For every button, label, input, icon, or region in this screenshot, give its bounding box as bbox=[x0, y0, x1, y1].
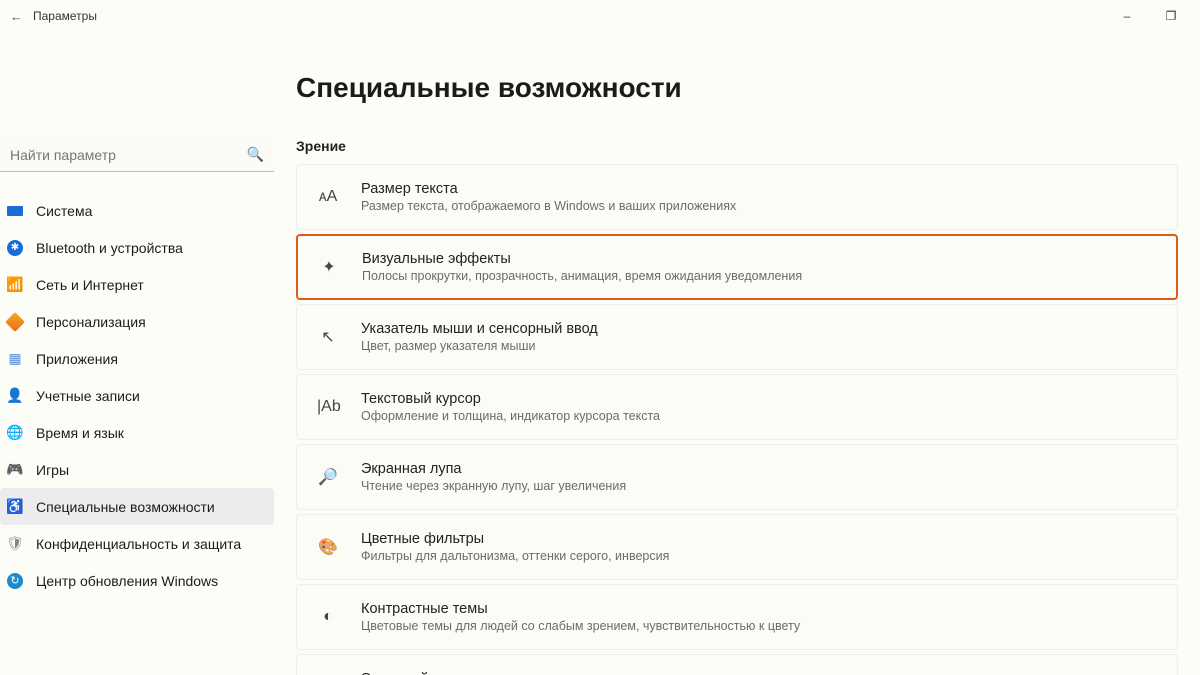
card-title: Экранная лупа bbox=[361, 461, 626, 477]
search-field[interactable]: 🔍 bbox=[0, 138, 274, 172]
shield-icon: 🛡 bbox=[6, 535, 24, 553]
sidebar-item-personalization[interactable]: Персонализация bbox=[0, 303, 274, 340]
window-title: Параметры bbox=[33, 9, 97, 23]
cursor-icon: ↖ bbox=[317, 327, 339, 347]
back-icon[interactable]: ← bbox=[10, 9, 23, 24]
wifi-icon: 📶 bbox=[6, 276, 24, 294]
sidebar-item-label: Приложения bbox=[36, 351, 118, 367]
sidebar: 🔍 Система ✱ Bluetooth и устройства 📶 Сеть … bbox=[0, 32, 278, 675]
update-icon: ↻ bbox=[6, 572, 24, 590]
nav-list: Система ✱ Bluetooth и устройства 📶 Сеть и … bbox=[0, 186, 278, 599]
sidebar-item-system[interactable]: Система bbox=[0, 192, 274, 229]
sidebar-item-label: Специальные возможности bbox=[36, 499, 215, 515]
sidebar-item-gaming[interactable]: 🎮 Игры bbox=[0, 451, 274, 488]
sidebar-item-bluetooth[interactable]: ✱ Bluetooth и устройства bbox=[0, 229, 274, 266]
card-title: Цветные фильтры bbox=[361, 531, 669, 547]
titlebar: ← Параметры – ❐ bbox=[0, 0, 1200, 32]
window-controls: – ❐ bbox=[1112, 9, 1194, 23]
accessibility-icon: ♿ bbox=[6, 498, 24, 516]
section-heading: Зрение bbox=[296, 138, 1178, 154]
card-desc: Чтение через экранную лупу, шаг увеличен… bbox=[361, 479, 626, 493]
card-desc: Фильтры для дальтонизма, оттенки серого,… bbox=[361, 549, 669, 563]
card-desc: Полосы прокрутки, прозрачность, анимация… bbox=[362, 269, 802, 283]
sidebar-item-label: Персонализация bbox=[36, 314, 146, 330]
search-icon: 🔍 bbox=[247, 146, 264, 163]
main-content: Специальные возможности Зрение ᴀA Размер… bbox=[278, 32, 1200, 675]
brush-icon bbox=[6, 313, 24, 331]
card-title: Контрастные темы bbox=[361, 601, 800, 617]
card-mouse-pointer[interactable]: ↖ Указатель мыши и сенсорный ввод Цвет, … bbox=[296, 304, 1178, 370]
globe-clock-icon: 🌐 bbox=[6, 424, 24, 442]
card-desc: Цветовые темы для людей со слабым зрение… bbox=[361, 619, 800, 633]
gamepad-icon: 🎮 bbox=[6, 461, 24, 479]
card-contrast-themes[interactable]: ◐ Контрастные темы Цветовые темы для люд… bbox=[296, 584, 1178, 650]
sidebar-item-label: Центр обновления Windows bbox=[36, 573, 218, 589]
sidebar-item-time-language[interactable]: 🌐 Время и язык bbox=[0, 414, 274, 451]
card-desc: Цвет, размер указателя мыши bbox=[361, 339, 598, 353]
sidebar-item-label: Bluetooth и устройства bbox=[36, 240, 183, 256]
card-title: Указатель мыши и сенсорный ввод bbox=[361, 321, 598, 337]
card-visual-effects[interactable]: ✦ Визуальные эффекты Полосы прокрутки, п… bbox=[296, 234, 1178, 300]
sidebar-item-label: Время и язык bbox=[36, 425, 124, 441]
sidebar-item-label: Конфиденциальность и защита bbox=[36, 536, 241, 552]
page-title: Специальные возможности bbox=[296, 72, 1178, 104]
card-desc: Размер текста, отображаемого в Windows и… bbox=[361, 199, 736, 213]
sidebar-item-apps[interactable]: ▦ Приложения bbox=[0, 340, 274, 377]
palette-icon: 🎨 bbox=[317, 537, 339, 557]
sidebar-item-privacy[interactable]: 🛡 Конфиденциальность и защита bbox=[0, 525, 274, 562]
card-text-cursor[interactable]: |Ab Текстовый курсор Оформление и толщин… bbox=[296, 374, 1178, 440]
sidebar-item-label: Игры bbox=[36, 462, 69, 478]
sparkle-icon: ✦ bbox=[318, 257, 340, 277]
settings-cards: ᴀA Размер текста Размер текста, отобража… bbox=[296, 164, 1178, 675]
display-icon bbox=[6, 202, 24, 220]
card-narrator[interactable]: 🗣 Экранный диктор Голос, уровень детализ… bbox=[296, 654, 1178, 675]
card-text-size[interactable]: ᴀA Размер текста Размер текста, отобража… bbox=[296, 164, 1178, 230]
sidebar-item-network[interactable]: 📶 Сеть и Интернет bbox=[0, 266, 274, 303]
person-icon: 👤 bbox=[6, 387, 24, 405]
maximize-button[interactable]: ❐ bbox=[1156, 9, 1186, 23]
card-title: Размер текста bbox=[361, 181, 736, 197]
sidebar-item-label: Учетные записи bbox=[36, 388, 140, 404]
sidebar-item-label: Система bbox=[36, 203, 92, 219]
card-title: Экранный диктор bbox=[361, 671, 692, 675]
sidebar-item-windows-update[interactable]: ↻ Центр обновления Windows bbox=[0, 562, 274, 599]
contrast-icon: ◐ bbox=[317, 608, 339, 626]
text-cursor-icon: |Ab bbox=[317, 398, 339, 416]
apps-icon: ▦ bbox=[6, 350, 24, 368]
card-color-filters[interactable]: 🎨 Цветные фильтры Фильтры для дальтонизм… bbox=[296, 514, 1178, 580]
minimize-button[interactable]: – bbox=[1112, 9, 1142, 23]
sidebar-item-accounts[interactable]: 👤 Учетные записи bbox=[0, 377, 274, 414]
card-magnifier[interactable]: 🔎 Экранная лупа Чтение через экранную лу… bbox=[296, 444, 1178, 510]
card-desc: Оформление и толщина, индикатор курсора … bbox=[361, 409, 660, 423]
card-title: Визуальные эффекты bbox=[362, 251, 802, 267]
magnifier-plus-icon: 🔎 bbox=[317, 467, 339, 487]
card-title: Текстовый курсор bbox=[361, 391, 660, 407]
bluetooth-icon: ✱ bbox=[6, 239, 24, 257]
search-input[interactable] bbox=[0, 138, 274, 172]
sidebar-item-accessibility[interactable]: ♿ Специальные возможности bbox=[0, 488, 274, 525]
sidebar-item-label: Сеть и Интернет bbox=[36, 277, 144, 293]
text-size-icon: ᴀA bbox=[317, 188, 339, 206]
